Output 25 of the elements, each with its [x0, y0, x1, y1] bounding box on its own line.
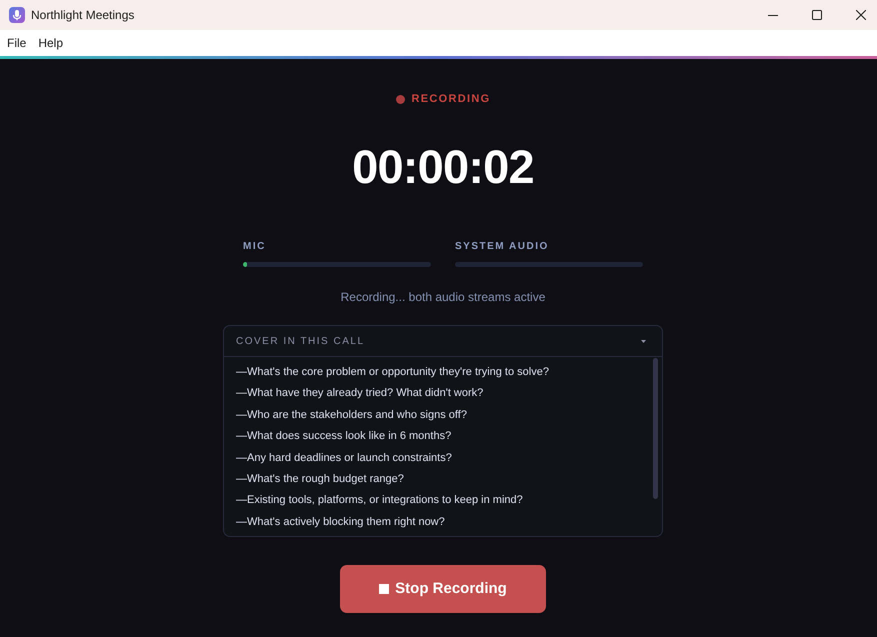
recording-status-label: RECORDING — [412, 92, 490, 107]
meter-label: SYSTEM AUDIO — [455, 240, 550, 254]
microphone-app-icon — [9, 7, 25, 23]
menu-item[interactable]: Help — [38, 34, 64, 52]
checklist-item: —What have they already tried? What didn't work? — [236, 386, 484, 402]
stop-icon — [379, 584, 390, 594]
meter-label: MIC — [243, 240, 267, 254]
checklist-title: COVER IN THIS CALL — [236, 334, 365, 348]
stop-recording-button[interactable]: Stop Recording — [340, 565, 546, 613]
caret-icon[interactable] — [641, 340, 646, 342]
checklist-item: —Who are the stakeholders and who signs off? — [236, 408, 468, 423]
maximize-icon — [812, 10, 822, 20]
status-message: Recording... both audio streams active — [340, 289, 546, 305]
checklist-item: —What does success look like in 6 months? — [236, 429, 452, 444]
elapsed-timer: 00:00:02 — [352, 143, 534, 191]
checklist-item: —What's actively blocking them right now? — [236, 514, 446, 530]
minimize-icon — [768, 14, 778, 16]
checklist-item: —What's the core problem or opportunity they're trying to solve? — [236, 365, 550, 380]
window-title: Northlight Meetings — [31, 7, 134, 24]
checklist-item: —What's the rough budget range? — [236, 472, 405, 487]
close-icon — [856, 10, 866, 20]
scrollbar-thumb[interactable] — [653, 358, 658, 499]
checklist-item: —Any hard deadlines or launch constraints? — [236, 450, 453, 466]
checklist-item: —Existing tools, platforms, or integrations to keep in mind? — [236, 493, 524, 508]
menu-item[interactable]: File — [7, 34, 26, 52]
